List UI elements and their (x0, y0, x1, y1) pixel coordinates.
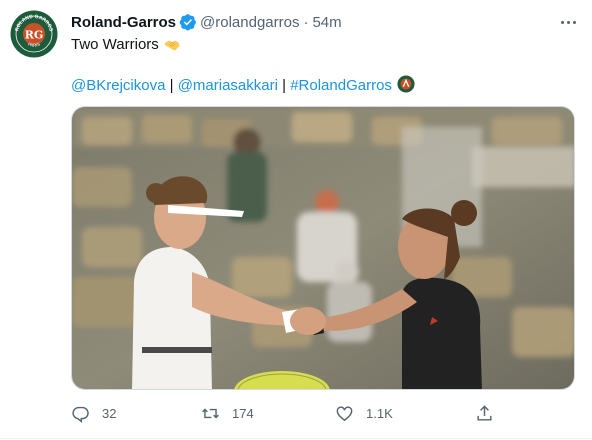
header-separator: · (303, 13, 309, 31)
timestamp[interactable]: 54m (312, 14, 341, 31)
reply-button[interactable]: 32 (71, 402, 116, 424)
share-button[interactable] (475, 402, 494, 424)
more-dot (566, 20, 570, 24)
author-name[interactable]: Roland-Garros (71, 14, 176, 31)
tweet-card[interactable]: RG ROLAND GARROS PARIS Roland-Garros @ro… (0, 0, 592, 440)
pipe-separator: | (169, 77, 174, 94)
more-dot (560, 20, 564, 24)
tweet-text-main: Two Warriors (71, 36, 159, 53)
retweet-count: 174 (232, 405, 254, 421)
hashtag-link[interactable]: #RolandGarros (290, 77, 392, 94)
roland-garros-hashflag-icon (397, 75, 415, 93)
mention-link[interactable]: @BKrejcikova (71, 77, 165, 94)
svg-text:RG: RG (25, 29, 44, 42)
like-count: 1.1K (366, 405, 393, 421)
share-icon (477, 404, 492, 421)
tennis-handshake-image (72, 107, 574, 389)
mention-link[interactable]: @mariasakkari (178, 77, 278, 94)
more-options-button[interactable] (554, 10, 582, 34)
more-dot (572, 20, 576, 24)
reply-count: 32 (102, 405, 117, 421)
author-handle[interactable]: @rolandgarros (200, 14, 299, 31)
pipe-separator: | (282, 77, 287, 94)
heart-icon (336, 405, 353, 421)
roland-garros-logo: RG ROLAND GARROS PARIS (10, 10, 58, 58)
retweet-button[interactable]: 174 (201, 402, 254, 424)
tweet-divider (0, 438, 592, 439)
tweet-text: Two Warriors (71, 35, 181, 55)
verified-badge-icon (179, 14, 196, 31)
handshake-emoji-icon (164, 40, 180, 51)
tweet-header: Roland-Garros @rolandgarros · 54m (71, 12, 342, 32)
tweet-links: @BKrejcikova | @mariasakkari | #RolandGa… (71, 75, 415, 96)
reply-icon (72, 406, 89, 423)
tweet-photo[interactable] (71, 106, 575, 390)
like-button[interactable]: 1.1K (335, 402, 393, 424)
author-avatar[interactable]: RG ROLAND GARROS PARIS (10, 10, 58, 58)
action-bar: 32 174 1.1K (71, 402, 511, 424)
retweet-icon (202, 408, 219, 418)
